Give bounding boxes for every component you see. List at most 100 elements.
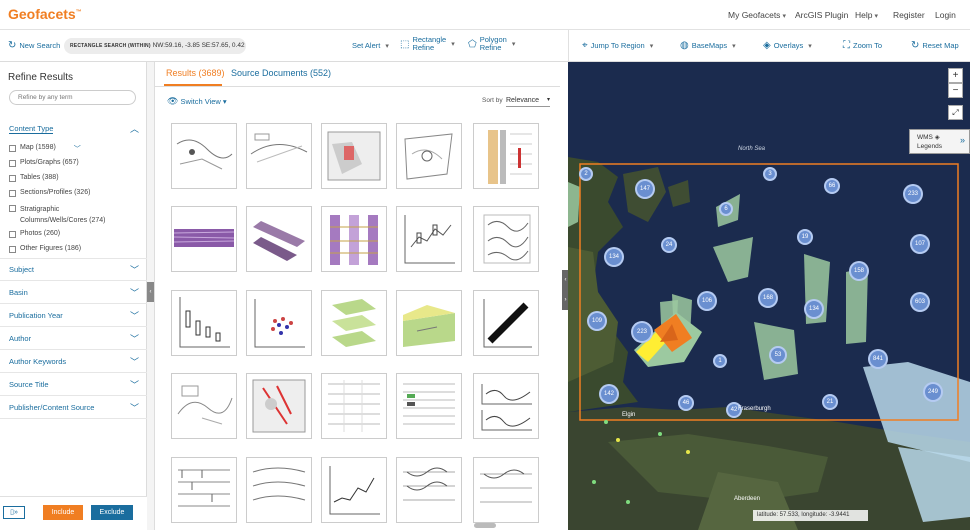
refine-search-input[interactable]	[9, 90, 136, 105]
rectangle-refine-button[interactable]: ⬚ Rectangle Refine ▾	[400, 36, 455, 52]
map-cluster[interactable]: 19	[797, 229, 813, 245]
publication-year-filter[interactable]: Publication Year ﹀	[0, 305, 147, 327]
result-thumbnail[interactable]	[321, 457, 387, 523]
subject-filter[interactable]: Subject ﹀	[0, 259, 147, 281]
map-cluster[interactable]: 603	[910, 292, 930, 312]
zoom-in-button[interactable]: +	[948, 68, 963, 83]
chevron-down-icon[interactable]: ﹀	[74, 144, 81, 154]
author-filter[interactable]: Author ﹀	[0, 328, 147, 350]
map-cluster[interactable]: 1	[713, 354, 727, 368]
checkbox[interactable]	[9, 246, 16, 253]
result-thumbnail[interactable]	[473, 373, 539, 439]
result-thumbnail[interactable]	[171, 123, 237, 189]
result-thumbnail[interactable]	[321, 123, 387, 189]
result-thumbnail[interactable]	[473, 290, 539, 356]
result-thumbnail[interactable]	[473, 457, 539, 523]
sort-select[interactable]: Relevance ▾	[506, 94, 550, 107]
wms-legends-button[interactable]: WMS ◈ Legends »	[909, 129, 970, 154]
geofacets-logo[interactable]: Geofacets™	[8, 6, 82, 22]
facet-stratigraphic[interactable]: Stratigraphic Columns/Wells/Cores (274)	[9, 204, 105, 226]
source-title-filter[interactable]: Source Title ﹀	[0, 374, 147, 396]
checkbox[interactable]	[9, 145, 16, 152]
result-thumbnail[interactable]	[246, 290, 312, 356]
map-cluster[interactable]: 6	[719, 202, 733, 216]
content-type-header[interactable]: Content Type ︿	[0, 118, 147, 140]
collapse-panel-icon[interactable]: ▯»	[3, 506, 25, 519]
map-cluster[interactable]: 223	[631, 321, 653, 343]
map-cluster[interactable]: 109	[587, 311, 607, 331]
new-search-button[interactable]: ↻ New Search	[8, 40, 60, 51]
map-cluster[interactable]: 158	[849, 261, 869, 281]
search-coordinates-field[interactable]: RECTANGLE SEARCH (WITHIN) NW:59.16, -3.8…	[64, 38, 246, 54]
result-thumbnail[interactable]	[321, 373, 387, 439]
facet-map[interactable]: Map (1598) ﹀	[9, 144, 81, 154]
result-thumbnail[interactable]	[171, 206, 237, 272]
checkbox[interactable]	[9, 205, 16, 212]
exclude-button[interactable]: Exclude	[91, 505, 133, 520]
result-thumbnail[interactable]	[396, 123, 462, 189]
checkbox[interactable]	[9, 231, 16, 238]
map-cluster[interactable]: 142	[599, 384, 619, 404]
basin-filter[interactable]: Basin ﹀	[0, 282, 147, 304]
map-cluster[interactable]: 24	[661, 237, 677, 253]
map-cluster[interactable]: 107	[910, 234, 930, 254]
zoom-to-button[interactable]: ⛶ Zoom To	[843, 40, 882, 51]
checkbox[interactable]	[9, 175, 16, 182]
map-options-icon[interactable]: ⤢	[948, 105, 963, 120]
switch-view-button[interactable]: 👁 Switch View ▾	[167, 96, 227, 107]
jump-to-region-button[interactable]: ⌖ Jump To Region ▾	[582, 40, 653, 51]
result-thumbnail[interactable]	[246, 123, 312, 189]
map-cluster[interactable]: 3	[763, 167, 777, 181]
basemaps-button[interactable]: ◍ BaseMaps ▾	[680, 40, 736, 51]
map-cluster[interactable]: 168	[758, 288, 778, 308]
result-thumbnail[interactable]	[396, 206, 462, 272]
result-thumbnail[interactable]	[396, 290, 462, 356]
zoom-out-button[interactable]: −	[948, 83, 963, 98]
map-cluster[interactable]: 21	[822, 394, 838, 410]
result-thumbnail[interactable]	[473, 123, 539, 189]
map-view[interactable]: 2 147 3 66 233 6 24 19 107 134 158 106 1…	[568, 62, 970, 530]
map-cluster[interactable]: 134	[804, 299, 824, 319]
map-cluster[interactable]: 233	[903, 184, 923, 204]
result-thumbnail[interactable]	[171, 290, 237, 356]
help-menu[interactable]: Help ▾	[855, 10, 878, 20]
register-link[interactable]: Register	[893, 10, 925, 20]
map-cluster[interactable]: 46	[678, 395, 694, 411]
map-cluster[interactable]: 249	[923, 382, 943, 402]
map-cluster[interactable]: 106	[697, 291, 717, 311]
map-cluster[interactable]: 2	[579, 167, 593, 181]
arcgis-plugin-link[interactable]: ArcGIS Plugin	[795, 10, 848, 20]
facet-tables[interactable]: Tables (388)	[9, 174, 59, 182]
result-thumbnail[interactable]	[321, 290, 387, 356]
facet-sections[interactable]: Sections/Profiles (326)	[9, 189, 90, 197]
collapse-left-handle[interactable]: ‹	[147, 282, 154, 302]
facet-plots[interactable]: Plots/Graphs (657)	[9, 159, 79, 167]
facet-other[interactable]: Other Figures (186)	[9, 245, 81, 253]
login-link[interactable]: Login	[935, 10, 956, 20]
checkbox[interactable]	[9, 160, 16, 167]
result-thumbnail[interactable]	[396, 457, 462, 523]
result-thumbnail[interactable]	[321, 206, 387, 272]
map-cluster[interactable]: 53	[769, 346, 787, 364]
reset-map-button[interactable]: ↻ Reset Map	[911, 40, 959, 51]
map-cluster[interactable]: 66	[824, 178, 840, 194]
polygon-refine-button[interactable]: ⬠ Polygon Refine ▾	[468, 36, 515, 52]
result-thumbnail[interactable]	[171, 457, 237, 523]
result-thumbnail[interactable]	[396, 373, 462, 439]
author-keywords-filter[interactable]: Author Keywords ﹀	[0, 351, 147, 373]
include-button[interactable]: Include	[43, 505, 83, 520]
facet-photos[interactable]: Photos (260)	[9, 230, 60, 238]
checkbox[interactable]	[9, 190, 16, 197]
map-cluster[interactable]: 841	[868, 349, 888, 369]
tab-results[interactable]: Results (3689)	[166, 68, 225, 78]
my-geofacets-menu[interactable]: My Geofacets ▾	[728, 10, 786, 20]
set-alert-button[interactable]: Set Alert ▾	[352, 41, 389, 50]
result-thumbnail[interactable]	[246, 457, 312, 523]
tab-source-documents[interactable]: Source Documents (552)	[231, 68, 331, 78]
map-cluster[interactable]: 147	[635, 179, 655, 199]
result-thumbnail[interactable]	[246, 206, 312, 272]
result-thumbnail[interactable]	[171, 373, 237, 439]
overlays-button[interactable]: ◈ Overlays ▾	[763, 40, 812, 51]
publisher-filter[interactable]: Publisher/Content Source ﹀	[0, 397, 147, 419]
map-cluster[interactable]: 134	[604, 247, 624, 267]
